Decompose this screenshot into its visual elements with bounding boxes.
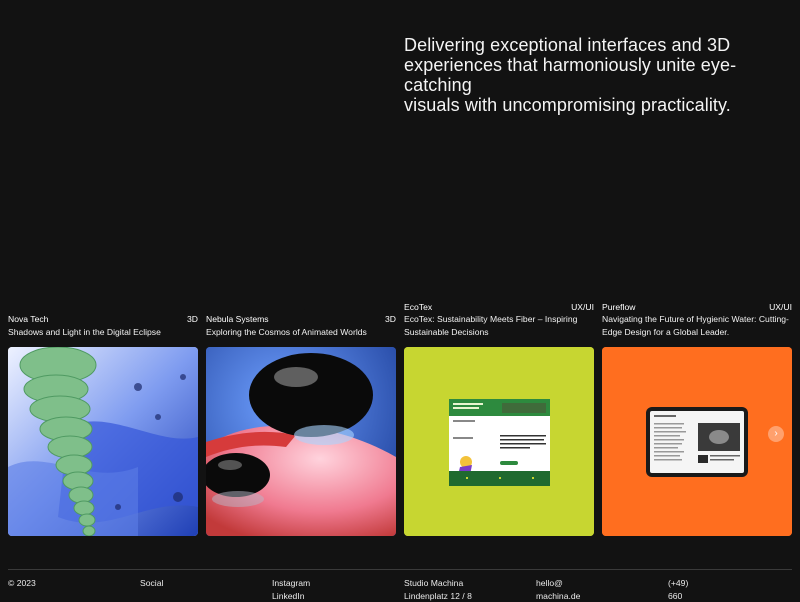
project-tag: UX/UI [571, 301, 594, 314]
project-card-pureflow[interactable]: Pureflow UX/UI Navigating the Future of … [602, 298, 792, 538]
project-meta: Nebula Systems 3D Exploring the Cosmos o… [206, 313, 396, 338]
social-label: Social [140, 577, 163, 590]
project-image[interactable] [8, 347, 198, 536]
project-title-line-1: EcoTex: Sustainability Meets Fiber – Ins… [404, 313, 594, 326]
project-image[interactable] [602, 347, 792, 536]
project-title-line-2: Edge Design for a Global Leader. [602, 326, 792, 339]
project-client: Nebula Systems [206, 313, 269, 326]
project-title: Exploring the Cosmos of Animated Worlds [206, 326, 396, 339]
hero-text: Delivering exceptional interfaces and 3D… [404, 35, 794, 115]
project-title-line-1: Navigating the Future of Hygienic Water:… [602, 313, 792, 326]
footer-studio: Studio Machina Lindenplatz 12 / 8 [404, 577, 472, 602]
footer-email[interactable]: hello@ machina.de [536, 577, 580, 602]
phone-line-1[interactable]: (+49) [668, 577, 688, 590]
footer-social-links: Instagram LinkedIn [272, 577, 310, 602]
email-line-2[interactable]: machina.de [536, 590, 580, 602]
project-tag: UX/UI [769, 301, 792, 314]
project-card-ecotex[interactable]: EcoTex UX/UI EcoTex: Sustainability Meet… [404, 298, 594, 538]
studio-name: Studio Machina [404, 577, 472, 590]
project-image[interactable] [404, 347, 594, 536]
carousel-next-button[interactable]: › [768, 426, 784, 442]
project-meta: EcoTex UX/UI EcoTex: Sustainability Meet… [404, 301, 594, 339]
project-client: Nova Tech [8, 313, 48, 326]
project-image[interactable] [206, 347, 396, 536]
hero-line-2: experiences that harmoniously unite eye-… [404, 55, 794, 95]
project-meta: Pureflow UX/UI Navigating the Future of … [602, 301, 792, 339]
project-tag: 3D [385, 313, 396, 326]
pureflow-tablet-mockup [602, 347, 792, 536]
ecotex-website-mockup [404, 347, 594, 536]
footer-copyright-col: © 2023 [8, 577, 36, 590]
linkedin-link[interactable]: LinkedIn [272, 590, 310, 602]
project-title-line-2: Sustainable Decisions [404, 326, 594, 339]
instagram-link[interactable]: Instagram [272, 577, 310, 590]
project-tag: 3D [187, 313, 198, 326]
project-client: EcoTex [404, 301, 432, 314]
hero-line-1: Delivering exceptional interfaces and 3D [404, 35, 794, 55]
hero-line-3: visuals with uncompromising practicality… [404, 95, 794, 115]
studio-address: Lindenplatz 12 / 8 [404, 590, 472, 602]
nebula-3d-render [206, 347, 396, 536]
nova-tech-3d-render [8, 347, 198, 536]
chevron-right-icon: › [774, 426, 777, 442]
project-card-nebula-systems[interactable]: Nebula Systems 3D Exploring the Cosmos o… [206, 298, 396, 538]
email-line-1[interactable]: hello@ [536, 577, 580, 590]
project-card-nova-tech[interactable]: Nova Tech 3D Shadows and Light in the Di… [8, 298, 198, 538]
project-title: Shadows and Light in the Digital Eclipse [8, 326, 198, 339]
copyright: © 2023 [8, 577, 36, 590]
footer-divider [8, 569, 792, 570]
project-client: Pureflow [602, 301, 635, 314]
phone-line-2[interactable]: 660 [668, 590, 688, 602]
footer-social-label-col: Social [140, 577, 163, 590]
footer-phone[interactable]: (+49) 660 [668, 577, 688, 602]
project-meta: Nova Tech 3D Shadows and Light in the Di… [8, 313, 198, 338]
